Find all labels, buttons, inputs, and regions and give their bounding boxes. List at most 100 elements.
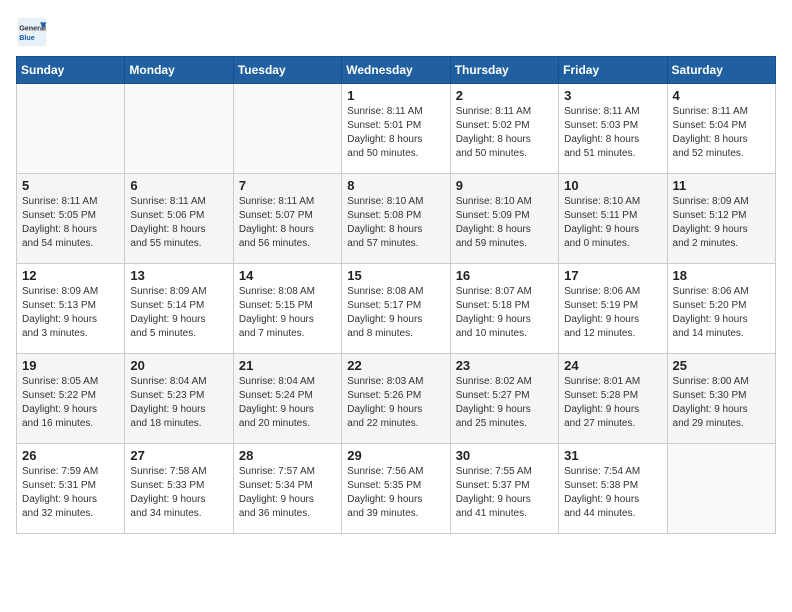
day-number: 11 <box>673 178 770 193</box>
day-info: Sunrise: 8:09 AM Sunset: 5:14 PM Dayligh… <box>130 285 227 341</box>
day-number: 16 <box>456 268 553 283</box>
calendar-cell: 27Sunrise: 7:58 AM Sunset: 5:33 PM Dayli… <box>125 444 233 534</box>
calendar-cell <box>667 444 775 534</box>
calendar-cell: 17Sunrise: 8:06 AM Sunset: 5:19 PM Dayli… <box>559 264 667 354</box>
day-info: Sunrise: 7:57 AM Sunset: 5:34 PM Dayligh… <box>239 465 336 521</box>
calendar-cell: 20 Sunrise: 8:04 AM Sunset: 5:23 PM Dayli… <box>125 354 233 444</box>
day-info: Sunrise: 8:11 AM Sunset: 5:01 PM Dayligh… <box>347 105 444 161</box>
day-number: 3 <box>564 88 661 103</box>
calendar-cell: 3 Sunrise: 8:11 AM Sunset: 5:03 PM Daylig… <box>559 84 667 174</box>
calendar-cell: 7 Sunrise: 8:11 AM Sunset: 5:07 PM Daylig… <box>233 174 341 264</box>
calendar-cell: 8 Sunrise: 8:10 AM Sunset: 5:08 PM Daylig… <box>342 174 450 264</box>
header: General Blue <box>16 16 776 48</box>
day-number: 7 <box>239 178 336 193</box>
calendar-cell: 15 Sunrise: 8:08 AM Sunset: 5:17 PM Dayli… <box>342 264 450 354</box>
calendar-cell: 10Sunrise: 8:10 AM Sunset: 5:11 PM Dayli… <box>559 174 667 264</box>
day-number: 19 <box>22 358 119 373</box>
day-number: 28 <box>239 448 336 463</box>
day-number: 8 <box>347 178 444 193</box>
calendar-cell: 1 Sunrise: 8:11 AM Sunset: 5:01 PM Daylig… <box>342 84 450 174</box>
day-number: 22 <box>347 358 444 373</box>
calendar-cell: 5 Sunrise: 8:11 AM Sunset: 5:05 PM Daylig… <box>17 174 125 264</box>
day-info: Sunrise: 8:01 AM Sunset: 5:28 PM Dayligh… <box>564 375 661 431</box>
day-number: 4 <box>673 88 770 103</box>
day-number: 13 <box>130 268 227 283</box>
calendar-header: SundayMondayTuesdayWednesdayThursdayFrid… <box>17 57 776 84</box>
day-number: 2 <box>456 88 553 103</box>
calendar-cell: 12Sunrise: 8:09 AM Sunset: 5:13 PM Dayli… <box>17 264 125 354</box>
day-info: Sunrise: 8:03 AM Sunset: 5:26 PM Dayligh… <box>347 375 444 431</box>
header-cell-sunday: Sunday <box>17 57 125 84</box>
day-info: Sunrise: 8:06 AM Sunset: 5:19 PM Dayligh… <box>564 285 661 341</box>
calendar-table: SundayMondayTuesdayWednesdayThursdayFrid… <box>16 56 776 534</box>
calendar-cell <box>17 84 125 174</box>
day-info: Sunrise: 8:06 AM Sunset: 5:20 PM Dayligh… <box>673 285 770 341</box>
day-info: Sunrise: 8:04 AM Sunset: 5:24 PM Dayligh… <box>239 375 336 431</box>
calendar-cell: 25Sunrise: 8:00 AM Sunset: 5:30 PM Dayli… <box>667 354 775 444</box>
day-number: 6 <box>130 178 227 193</box>
day-info: Sunrise: 8:11 AM Sunset: 5:02 PM Dayligh… <box>456 105 553 161</box>
week-row-2: 5 Sunrise: 8:11 AM Sunset: 5:05 PM Daylig… <box>17 174 776 264</box>
day-number: 15 <box>347 268 444 283</box>
calendar-cell: 19 Sunrise: 8:05 AM Sunset: 5:22 PM Dayli… <box>17 354 125 444</box>
day-info: Sunrise: 7:54 AM Sunset: 5:38 PM Dayligh… <box>564 465 661 521</box>
calendar-cell: 4 Sunrise: 8:11 AM Sunset: 5:04 PM Daylig… <box>667 84 775 174</box>
day-info: Sunrise: 8:04 AM Sunset: 5:23 PM Dayligh… <box>130 375 227 431</box>
day-info: Sunrise: 8:11 AM Sunset: 5:06 PM Dayligh… <box>130 195 227 251</box>
day-info: Sunrise: 8:11 AM Sunset: 5:03 PM Dayligh… <box>564 105 661 161</box>
day-info: Sunrise: 8:10 AM Sunset: 5:11 PM Dayligh… <box>564 195 661 251</box>
day-info: Sunrise: 8:11 AM Sunset: 5:05 PM Dayligh… <box>22 195 119 251</box>
calendar-cell: 18Sunrise: 8:06 AM Sunset: 5:20 PM Dayli… <box>667 264 775 354</box>
day-info: Sunrise: 8:11 AM Sunset: 5:04 PM Dayligh… <box>673 105 770 161</box>
week-row-3: 12Sunrise: 8:09 AM Sunset: 5:13 PM Dayli… <box>17 264 776 354</box>
calendar-cell: 16 Sunrise: 8:07 AM Sunset: 5:18 PM Dayli… <box>450 264 558 354</box>
day-number: 29 <box>347 448 444 463</box>
day-number: 30 <box>456 448 553 463</box>
day-number: 5 <box>22 178 119 193</box>
header-cell-saturday: Saturday <box>667 57 775 84</box>
day-info: Sunrise: 8:11 AM Sunset: 5:07 PM Dayligh… <box>239 195 336 251</box>
day-number: 9 <box>456 178 553 193</box>
week-row-1: 1 Sunrise: 8:11 AM Sunset: 5:01 PM Daylig… <box>17 84 776 174</box>
header-cell-thursday: Thursday <box>450 57 558 84</box>
day-number: 31 <box>564 448 661 463</box>
calendar-cell: 6 Sunrise: 8:11 AM Sunset: 5:06 PM Daylig… <box>125 174 233 264</box>
day-number: 20 <box>130 358 227 373</box>
day-info: Sunrise: 8:10 AM Sunset: 5:09 PM Dayligh… <box>456 195 553 251</box>
day-info: Sunrise: 7:56 AM Sunset: 5:35 PM Dayligh… <box>347 465 444 521</box>
day-info: Sunrise: 7:58 AM Sunset: 5:33 PM Dayligh… <box>130 465 227 521</box>
day-info: Sunrise: 8:08 AM Sunset: 5:17 PM Dayligh… <box>347 285 444 341</box>
day-info: Sunrise: 8:02 AM Sunset: 5:27 PM Dayligh… <box>456 375 553 431</box>
day-number: 26 <box>22 448 119 463</box>
calendar-cell: 22 Sunrise: 8:03 AM Sunset: 5:26 PM Dayli… <box>342 354 450 444</box>
day-number: 24 <box>564 358 661 373</box>
logo-icon: General Blue <box>16 16 48 48</box>
calendar-cell: 11Sunrise: 8:09 AM Sunset: 5:12 PM Dayli… <box>667 174 775 264</box>
calendar-cell <box>125 84 233 174</box>
header-row: SundayMondayTuesdayWednesdayThursdayFrid… <box>17 57 776 84</box>
header-cell-monday: Monday <box>125 57 233 84</box>
day-number: 23 <box>456 358 553 373</box>
day-number: 21 <box>239 358 336 373</box>
day-info: Sunrise: 7:59 AM Sunset: 5:31 PM Dayligh… <box>22 465 119 521</box>
calendar-cell: 26 Sunrise: 7:59 AM Sunset: 5:31 PM Dayli… <box>17 444 125 534</box>
day-number: 1 <box>347 88 444 103</box>
calendar-cell: 24 Sunrise: 8:01 AM Sunset: 5:28 PM Dayli… <box>559 354 667 444</box>
day-info: Sunrise: 7:55 AM Sunset: 5:37 PM Dayligh… <box>456 465 553 521</box>
day-info: Sunrise: 8:10 AM Sunset: 5:08 PM Dayligh… <box>347 195 444 251</box>
calendar-cell: 28 Sunrise: 7:57 AM Sunset: 5:34 PM Dayli… <box>233 444 341 534</box>
calendar-cell: 13 Sunrise: 8:09 AM Sunset: 5:14 PM Dayli… <box>125 264 233 354</box>
day-number: 14 <box>239 268 336 283</box>
calendar-cell: 29 Sunrise: 7:56 AM Sunset: 5:35 PM Dayli… <box>342 444 450 534</box>
day-info: Sunrise: 8:07 AM Sunset: 5:18 PM Dayligh… <box>456 285 553 341</box>
day-info: Sunrise: 8:05 AM Sunset: 5:22 PM Dayligh… <box>22 375 119 431</box>
calendar-cell: 9 Sunrise: 8:10 AM Sunset: 5:09 PM Daylig… <box>450 174 558 264</box>
week-row-5: 26 Sunrise: 7:59 AM Sunset: 5:31 PM Dayli… <box>17 444 776 534</box>
header-cell-tuesday: Tuesday <box>233 57 341 84</box>
calendar-cell: 23 Sunrise: 8:02 AM Sunset: 5:27 PM Dayli… <box>450 354 558 444</box>
svg-text:Blue: Blue <box>19 33 35 42</box>
calendar-cell: 31 Sunrise: 7:54 AM Sunset: 5:38 PM Dayli… <box>559 444 667 534</box>
day-info: Sunrise: 8:00 AM Sunset: 5:30 PM Dayligh… <box>673 375 770 431</box>
header-cell-friday: Friday <box>559 57 667 84</box>
calendar-cell: 21 Sunrise: 8:04 AM Sunset: 5:24 PM Dayli… <box>233 354 341 444</box>
